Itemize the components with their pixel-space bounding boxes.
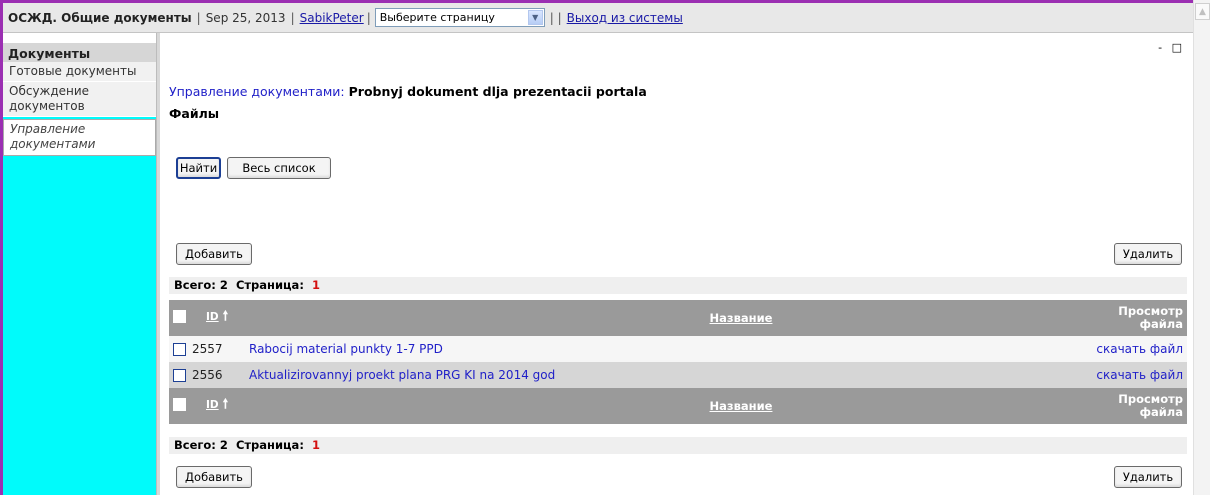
- files-table: ID 🠕 Название Просмотр файла 2557 Rabocij…: [169, 300, 1187, 424]
- row-checkbox[interactable]: [173, 369, 186, 382]
- add-button[interactable]: Добавить: [176, 466, 252, 488]
- row-id-cell: 2556: [169, 362, 249, 388]
- summary-bar: Всего: 2 Страница: 1: [169, 277, 1187, 294]
- sidebar-heading: Документы: [3, 43, 156, 62]
- table-row: 2556 Aktualizirovannyj proekt plana PRG …: [169, 362, 1187, 388]
- window-controls[interactable]: - □: [1158, 41, 1185, 54]
- id-sort-link[interactable]: ID: [206, 311, 219, 323]
- sidebar-item-document-discussion[interactable]: Обсуждение документов: [3, 82, 156, 117]
- find-button[interactable]: Найти: [176, 157, 221, 179]
- select-all-checkbox[interactable]: [173, 310, 186, 323]
- table-row: 2557 Rabocij material punkty 1-7 PPD ска…: [169, 336, 1187, 362]
- id-column-header: ID 🠕: [169, 388, 249, 424]
- separator: | |: [549, 10, 562, 25]
- vertical-scrollbar[interactable]: ▲: [1193, 0, 1210, 495]
- site-title: ОСЖД. Общие документы: [8, 10, 192, 25]
- page-select[interactable]: Выберите страницу ▼: [374, 8, 545, 27]
- row-name-link[interactable]: Aktualizirovannyj proekt plana PRG KI na…: [249, 368, 555, 382]
- main-content: - □ Управление документами: Probnyj doku…: [163, 33, 1193, 495]
- total-label: Всего:: [174, 438, 216, 452]
- add-button[interactable]: Добавить: [176, 243, 252, 265]
- scroll-up-arrow-icon[interactable]: ▲: [1195, 3, 1210, 20]
- logout-link[interactable]: Выход из системы: [567, 11, 683, 25]
- page-number: 1: [311, 278, 320, 292]
- row-view-cell: скачать файл: [1073, 336, 1187, 362]
- page-subtitle: Файлы: [169, 106, 220, 121]
- sidebar-item-document-management[interactable]: Управление документами: [3, 119, 156, 156]
- sidebar: Документы Готовые документы Обсуждение д…: [3, 43, 156, 495]
- summary-bar: Всего: 2 Страница: 1: [169, 437, 1187, 454]
- top-bar: ОСЖД. Общие документы | Sep 25, 2013 | S…: [3, 3, 1193, 33]
- row-checkbox[interactable]: [173, 343, 186, 356]
- table-footer-header: ID 🠕 Название Просмотр файла: [169, 388, 1187, 424]
- name-sort-link[interactable]: Название: [409, 399, 1073, 413]
- user-link[interactable]: SabikPeter: [300, 11, 364, 25]
- separator: |: [196, 10, 201, 25]
- row-name-cell: Aktualizirovannyj proekt plana PRG KI na…: [249, 362, 1073, 388]
- row-id: 2556: [192, 368, 223, 382]
- id-sort-link[interactable]: ID: [206, 399, 219, 411]
- document-title: Probnyj dokument dlja prezentacii portal…: [348, 84, 647, 99]
- row-id: 2557: [192, 342, 223, 356]
- breadcrumb: Управление документами: Probnyj dokument…: [169, 84, 647, 99]
- full-list-button[interactable]: Весь список: [227, 157, 331, 179]
- page-select-value: Выберите страницу: [379, 11, 495, 24]
- breadcrumb-section[interactable]: Управление документами:: [169, 84, 345, 99]
- arrow-up-icon: 🠕: [222, 397, 229, 412]
- portal-window: ОСЖД. Общие документы | Sep 25, 2013 | S…: [0, 0, 1193, 495]
- view-column-header: Просмотр файла: [1073, 388, 1187, 424]
- download-file-link[interactable]: скачать файл: [1096, 368, 1183, 382]
- table-header: ID 🠕 Название Просмотр файла: [169, 300, 1187, 336]
- row-view-cell: скачать файл: [1073, 362, 1187, 388]
- chevron-down-icon[interactable]: ▼: [527, 10, 543, 25]
- delete-button[interactable]: Удалить: [1114, 243, 1182, 265]
- row-name-cell: Rabocij material punkty 1-7 PPD: [249, 336, 1073, 362]
- row-id-cell: 2557: [169, 336, 249, 362]
- arrow-up-icon: 🠕: [222, 309, 229, 324]
- total-count: 2: [219, 438, 228, 452]
- name-column-header: Название: [249, 388, 1073, 424]
- page-label: Страница:: [235, 438, 304, 452]
- total-label: Всего:: [174, 278, 216, 292]
- current-date: Sep 25, 2013: [205, 10, 286, 25]
- sidebar-item-ready-documents[interactable]: Готовые документы: [3, 62, 156, 82]
- view-column-header: Просмотр файла: [1073, 300, 1187, 336]
- separator: |: [290, 10, 295, 25]
- sidebar-divider: [156, 33, 160, 495]
- select-all-checkbox[interactable]: [173, 398, 186, 411]
- separator: |: [366, 10, 371, 25]
- name-sort-link[interactable]: Название: [409, 311, 1073, 325]
- delete-button[interactable]: Удалить: [1114, 466, 1182, 488]
- total-count: 2: [219, 278, 228, 292]
- download-file-link[interactable]: скачать файл: [1096, 342, 1183, 356]
- id-column-header: ID 🠕: [169, 300, 249, 336]
- page-number: 1: [311, 438, 320, 452]
- name-column-header: Название: [249, 300, 1073, 336]
- page-label: Страница:: [235, 278, 304, 292]
- row-name-link[interactable]: Rabocij material punkty 1-7 PPD: [249, 342, 443, 356]
